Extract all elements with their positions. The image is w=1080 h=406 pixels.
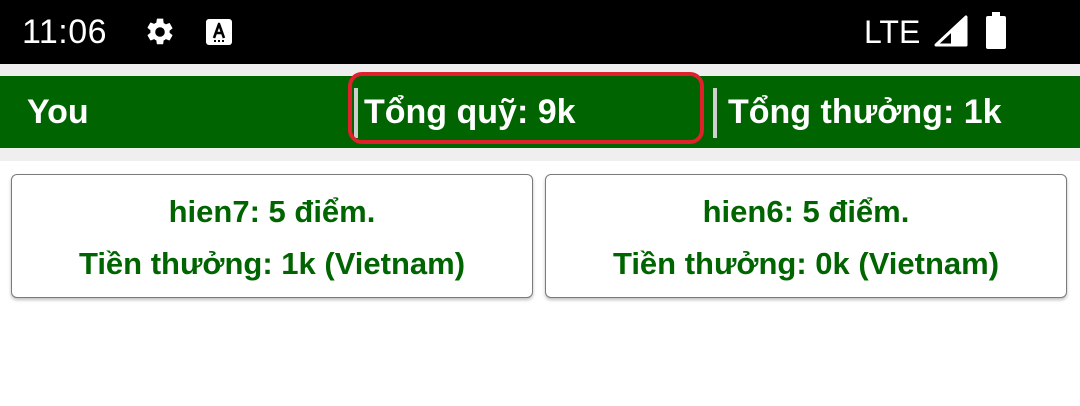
player-label: You (27, 93, 89, 131)
player-card[interactable]: hien6: 5 điểm. Tiền thưởng: 0k (Vietnam) (545, 174, 1067, 298)
signal-icon (934, 15, 968, 47)
player-reward: Tiền thưởng: 0k (Vietnam) (612, 246, 1000, 281)
player-score: hien6: 5 điểm. (702, 194, 910, 229)
highlight-box (348, 72, 704, 144)
total-prize: Tổng thưởng: 1k (728, 93, 1002, 131)
player-card[interactable]: hien7: 5 điểm. Tiền thưởng: 1k (Vietnam) (11, 174, 533, 298)
header-divider (713, 88, 717, 138)
status-bar: 11:06 LTE (0, 0, 1080, 64)
battery-icon (986, 12, 1006, 49)
player-score: hien7: 5 điểm. (168, 194, 376, 229)
network-type: LTE (864, 14, 921, 50)
status-time: 11:06 (22, 13, 108, 51)
gear-icon (147, 18, 173, 45)
font-a-icon (206, 19, 232, 45)
player-reward: Tiền thưởng: 1k (Vietnam) (78, 246, 466, 281)
score-header: You Tổng quỹ: 9k Tổng thưởng: 1k (0, 72, 1080, 148)
